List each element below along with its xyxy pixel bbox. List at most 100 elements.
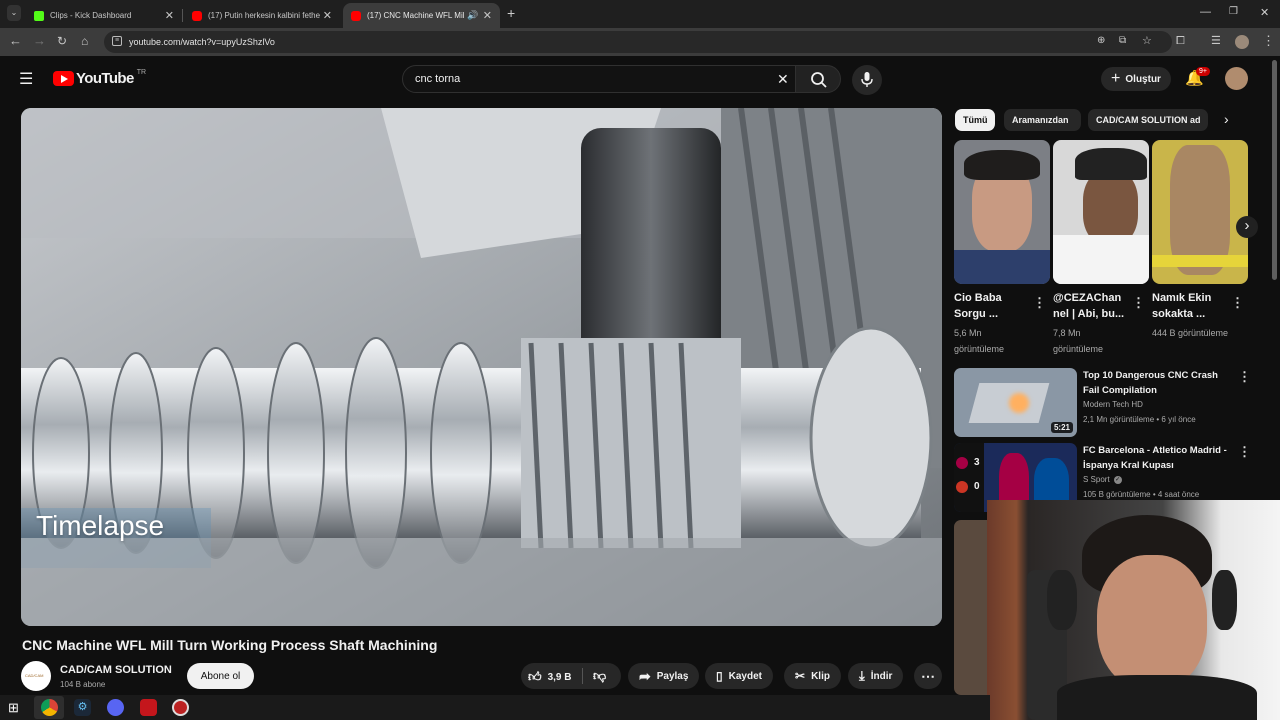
- short-title[interactable]: Namık Ekin sokakta ...: [1152, 290, 1232, 322]
- chip-channel[interactable]: CAD/CAM SOLUTION ad: [1088, 109, 1208, 131]
- home-icon[interactable]: ⌂: [81, 34, 88, 48]
- speaker-icon[interactable]: 🔊: [467, 10, 478, 21]
- hamburger-menu-icon[interactable]: ☰: [19, 69, 33, 89]
- video-player[interactable]: Timelapse: [21, 108, 942, 626]
- tab-close-icon[interactable]: ✕: [483, 9, 492, 22]
- new-tab-button[interactable]: +: [507, 5, 515, 21]
- dislike-button[interactable]: 👎︎: [593, 668, 606, 684]
- cast-icon[interactable]: ⧉: [1119, 35, 1126, 46]
- browser-menu-icon[interactable]: ⋮: [1262, 34, 1275, 48]
- clear-search-icon[interactable]: ✕: [777, 71, 789, 88]
- tab-kick-dashboard[interactable]: Clips - Kick Dashboard ✕: [26, 3, 183, 28]
- shorts-next-button[interactable]: ›: [1236, 216, 1258, 238]
- zoom-icon[interactable]: ⊕: [1097, 35, 1105, 46]
- short-thumbnail[interactable]: [1152, 140, 1248, 284]
- clip-button[interactable]: ✂ Klip: [784, 663, 841, 689]
- download-label: İndir: [870, 670, 893, 682]
- back-button[interactable]: ←: [9, 34, 22, 48]
- restore-button[interactable]: ❐: [1229, 6, 1238, 17]
- thumbs-up-icon: 👍︎: [528, 669, 542, 684]
- tab-title: (17) CNC Machine WFL Mil: [367, 11, 465, 20]
- window-close-button[interactable]: ✕: [1260, 6, 1269, 19]
- chevron-right-icon[interactable]: ›: [1224, 111, 1229, 127]
- short-title[interactable]: @CEZAChan nel | Abi, bu...: [1053, 290, 1133, 322]
- voice-search-button[interactable]: [852, 65, 882, 95]
- search-button[interactable]: [795, 65, 841, 93]
- microphone-icon: [861, 72, 873, 87]
- video-overlay-text: Timelapse: [36, 510, 165, 541]
- bookmark-star-icon[interactable]: ☆: [1142, 34, 1152, 47]
- short-menu-icon[interactable]: ⋮: [1231, 295, 1244, 311]
- browser-toolbar: ← → ↻ ⌂ ≡ youtube.com/watch?v=upyUzShzlV…: [0, 28, 1280, 56]
- like-button[interactable]: 👍︎ 3,9 B: [528, 669, 572, 685]
- share-button[interactable]: ➦ Paylaş: [628, 663, 700, 689]
- create-label: Oluştur: [1125, 73, 1161, 85]
- search-input[interactable]: cnc torna ✕: [402, 65, 796, 93]
- short-views: 5,6 Mn görüntüleme: [954, 328, 1005, 354]
- browser-tab-strip: ⌄ Clips - Kick Dashboard ✕ (17) Putin he…: [0, 0, 1280, 28]
- chip-from-search[interactable]: Aramanızdan: [1004, 109, 1081, 131]
- short-views: 7,8 Mn görüntüleme: [1053, 328, 1104, 354]
- minimize-button[interactable]: —: [1200, 6, 1211, 18]
- like-count: 3,9 B: [547, 671, 572, 683]
- tab-close-icon[interactable]: ✕: [165, 9, 174, 22]
- save-button[interactable]: ▯ Kaydet: [705, 663, 773, 689]
- site-info-icon[interactable]: ≡: [112, 36, 122, 46]
- bookmark-icon: ▯: [716, 669, 723, 683]
- download-icon: ⤓: [859, 668, 865, 683]
- video-title: CNC Machine WFL Mill Turn Working Proces…: [22, 637, 438, 653]
- barcelona-crest-icon: [956, 457, 968, 469]
- page-scrollbar[interactable]: [1272, 60, 1277, 280]
- tab-search-button[interactable]: ⌄: [7, 5, 21, 21]
- verified-icon: ✓: [1113, 475, 1122, 484]
- address-bar[interactable]: ≡ youtube.com/watch?v=upyUzShzlVo ⊕ ⧉ ☆: [104, 31, 1172, 53]
- account-avatar[interactable]: [1225, 67, 1248, 90]
- short-thumbnail[interactable]: [954, 140, 1050, 284]
- discord-icon[interactable]: [107, 699, 124, 716]
- recommended-menu-icon[interactable]: ⋮: [1238, 369, 1251, 385]
- youtube-play-logo-icon: [53, 71, 74, 86]
- app-red-icon[interactable]: [140, 699, 157, 716]
- share-arrow-icon: ➦: [639, 667, 651, 684]
- recommended-meta: 2,1 Mn görüntüleme • 6 yıl önce: [1083, 415, 1196, 424]
- youtube-logo[interactable]: YouTube TR: [53, 69, 147, 87]
- reading-list-icon[interactable]: ☰: [1211, 34, 1221, 48]
- create-button[interactable]: + Oluştur: [1101, 67, 1171, 91]
- short-menu-icon[interactable]: ⋮: [1033, 295, 1046, 311]
- recommended-title[interactable]: Top 10 Dangerous CNC Crash Fail Compilat…: [1083, 368, 1231, 398]
- obs-icon[interactable]: [172, 699, 189, 716]
- recommended-thumbnail[interactable]: 5:21: [954, 368, 1077, 437]
- recommended-channel[interactable]: Modern Tech HD: [1083, 400, 1143, 409]
- share-label: Paylaş: [656, 670, 689, 682]
- profile-avatar[interactable]: [1235, 35, 1249, 49]
- short-thumbnail[interactable]: [1053, 140, 1149, 284]
- recommended-title[interactable]: FC Barcelona - Atletico Madrid - İspanya…: [1083, 443, 1231, 473]
- tab-putin-video[interactable]: (17) Putin herkesin kalbini fethe ✕: [184, 3, 340, 28]
- recommended-menu-icon[interactable]: ⋮: [1238, 444, 1251, 460]
- chip-all[interactable]: Tümü: [955, 109, 995, 131]
- webcam-overlay: [987, 500, 1280, 720]
- short-title[interactable]: Cio Baba Sorgu ...: [954, 290, 1034, 322]
- chrome-icon[interactable]: [41, 699, 58, 716]
- steam-icon[interactable]: ⚙: [74, 699, 91, 716]
- reload-button[interactable]: ↻: [57, 34, 67, 48]
- recommended-channel[interactable]: S Sport: [1083, 475, 1110, 484]
- country-code: TR: [136, 69, 147, 76]
- channel-name[interactable]: CAD/CAM SOLUTION: [60, 664, 172, 676]
- windows-start-icon[interactable]: ⊞: [8, 699, 25, 716]
- notification-badge: 9+: [1196, 67, 1210, 76]
- subscribe-button[interactable]: Abone ol: [187, 663, 254, 689]
- tab-close-icon[interactable]: ✕: [323, 9, 332, 22]
- scissors-icon: ✂: [795, 669, 806, 683]
- youtube-masthead: ☰ YouTube TR cnc torna ✕ + Oluştur 🔔 9+: [0, 56, 1280, 102]
- tab-cnc-video[interactable]: (17) CNC Machine WFL Mil 🔊 ✕: [343, 3, 500, 28]
- short-menu-icon[interactable]: ⋮: [1132, 295, 1145, 311]
- download-button[interactable]: ⤓ İndir: [848, 663, 904, 689]
- channel-avatar[interactable]: CAD/CAM: [21, 661, 51, 691]
- channel-logo-icon: CAD/CAM: [25, 673, 44, 678]
- forward-button[interactable]: →: [33, 34, 46, 48]
- more-actions-button[interactable]: ⋯: [914, 663, 942, 689]
- score-away: 0: [974, 481, 980, 492]
- extensions-icon[interactable]: ⧠: [1176, 34, 1185, 48]
- score-home: 3: [974, 457, 980, 468]
